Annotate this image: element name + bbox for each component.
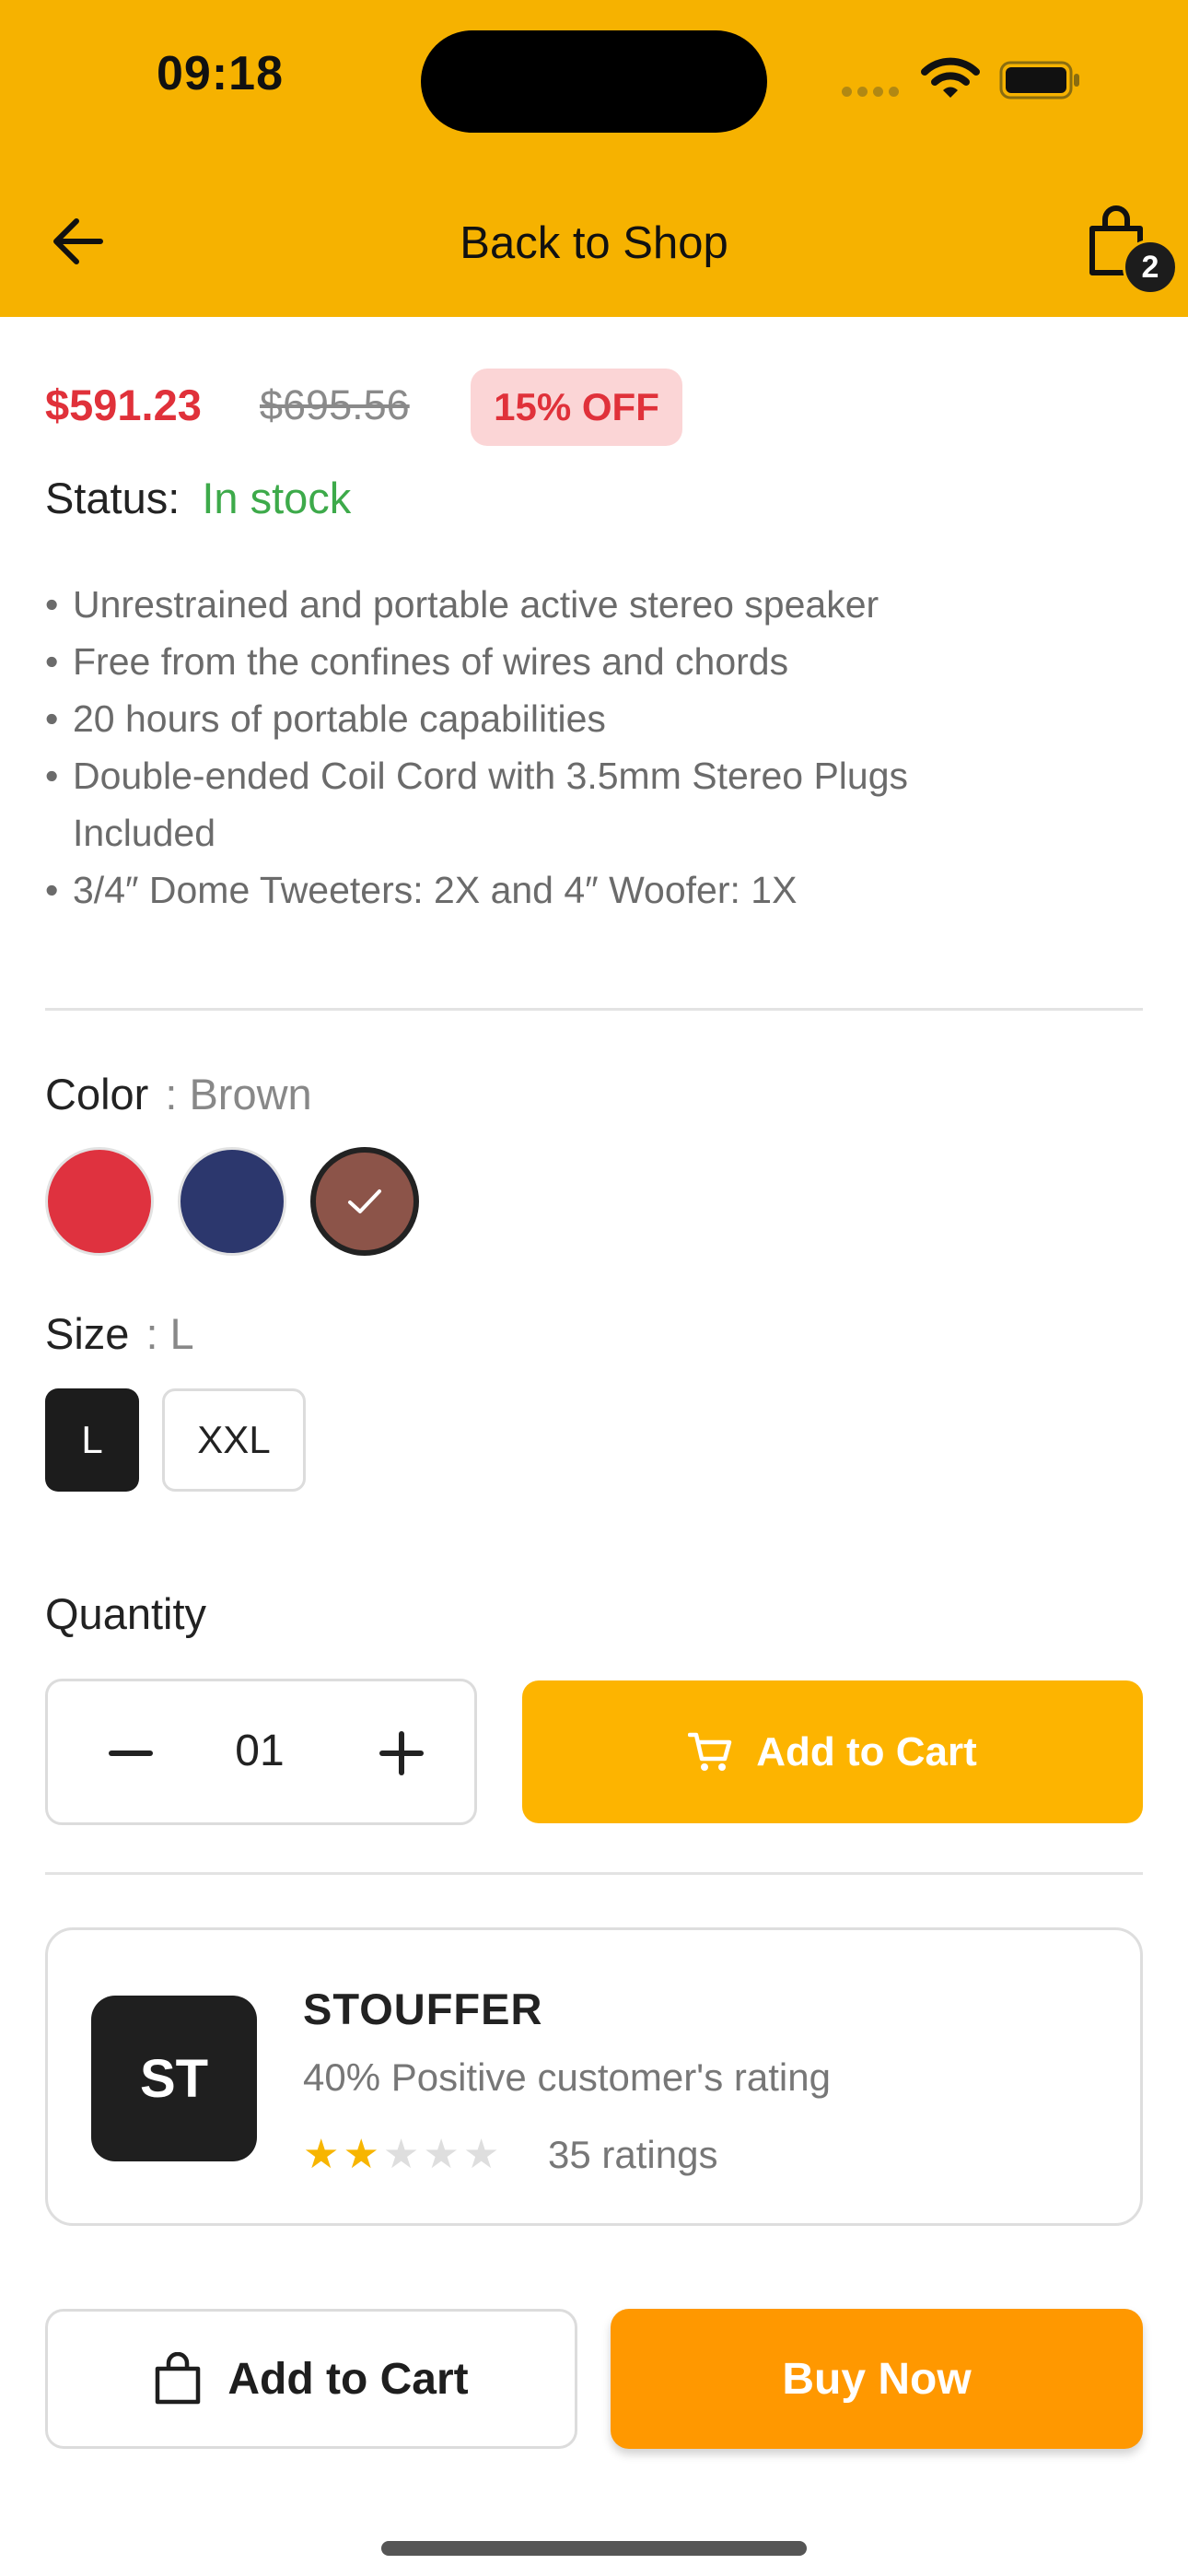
color-label: Color : Brown — [45, 1069, 312, 1119]
minus-icon — [109, 1751, 153, 1756]
stock-status: Status: In stock — [45, 473, 351, 523]
size-label-text: Size — [45, 1309, 130, 1358]
seller-name: STOUFFER — [303, 1985, 543, 2033]
status-time: 09:18 — [157, 47, 284, 100]
feature-item: 3/4″ Dome Tweeters: 2X and 4″ Woofer: 1X — [45, 861, 1141, 919]
page-title: Back to Shop — [460, 218, 728, 268]
bottom-add-to-cart-label: Add to Cart — [227, 2354, 469, 2404]
current-price: $591.23 — [45, 381, 202, 429]
color-swatch-red[interactable] — [45, 1147, 154, 1256]
battery-icon — [999, 61, 1079, 100]
check-icon — [348, 1189, 381, 1213]
color-swatch-brown[interactable] — [310, 1147, 419, 1256]
star-icon: ★ — [303, 2132, 340, 2177]
feature-item: Free from the confines of wires and chor… — [45, 633, 1141, 690]
star-icon: ★ — [423, 2132, 460, 2177]
color-swatch-navy[interactable] — [178, 1147, 286, 1256]
size-option-l[interactable]: L — [45, 1388, 139, 1492]
seller-rating-text: 40% Positive customer's rating — [303, 2055, 831, 2099]
wifi-icon — [921, 57, 980, 98]
quantity-label: Quantity — [45, 1589, 207, 1638]
feature-item: Double-ended Coil Cord with 3.5mm Stereo… — [45, 747, 1141, 861]
dynamic-island — [421, 30, 767, 133]
buy-now-button[interactable]: Buy Now — [611, 2309, 1143, 2449]
plus-icon — [379, 1731, 424, 1775]
discount-badge: 15% OFF — [471, 369, 682, 446]
size-option-xxl[interactable]: XXL — [162, 1388, 306, 1492]
original-price: $695.56 — [260, 381, 410, 428]
cart-count-badge: 2 — [1123, 240, 1178, 295]
seller-star-rating: ★ ★ ★ ★ ★ — [303, 2133, 499, 2177]
stock-status-label: Status: — [45, 474, 181, 522]
selected-color: : Brown — [165, 1070, 312, 1118]
star-icon: ★ — [462, 2132, 500, 2177]
shopping-bag-icon — [156, 2352, 201, 2405]
ratings-count: 35 ratings — [548, 2133, 718, 2176]
size-label: Size : L — [45, 1308, 194, 1359]
bottom-add-to-cart-button[interactable]: Add to Cart — [45, 2309, 577, 2449]
app-header: 09:18 Back to Shop 2 — [0, 0, 1188, 317]
cart-icon — [688, 1732, 732, 1771]
quantity-stepper: 01 — [45, 1679, 477, 1825]
feature-item: Unrestrained and portable active stereo … — [45, 576, 1141, 633]
divider — [45, 1872, 1143, 1875]
star-icon: ★ — [343, 2132, 379, 2177]
add-to-cart-label: Add to Cart — [756, 1728, 977, 1774]
divider — [45, 1008, 1143, 1011]
feature-list: Unrestrained and portable active stereo … — [45, 576, 1141, 919]
add-to-cart-button[interactable]: Add to Cart — [522, 1680, 1143, 1823]
seller-card[interactable]: ST STOUFFER 40% Positive customer's rati… — [45, 1927, 1143, 2226]
selected-size: : L — [146, 1309, 194, 1358]
seller-avatar: ST — [91, 1996, 257, 2161]
increase-quantity-button[interactable] — [357, 1709, 446, 1797]
color-label-text: Color — [45, 1070, 149, 1118]
cellular-signal-icon — [842, 87, 899, 97]
decrease-quantity-button[interactable] — [87, 1709, 175, 1797]
stock-status-value: In stock — [202, 474, 352, 522]
quantity-value[interactable]: 01 — [214, 1726, 306, 1776]
home-indicator[interactable] — [381, 2541, 807, 2556]
feature-item: 20 hours of portable capabilities — [45, 690, 1141, 747]
star-icon: ★ — [382, 2132, 420, 2177]
